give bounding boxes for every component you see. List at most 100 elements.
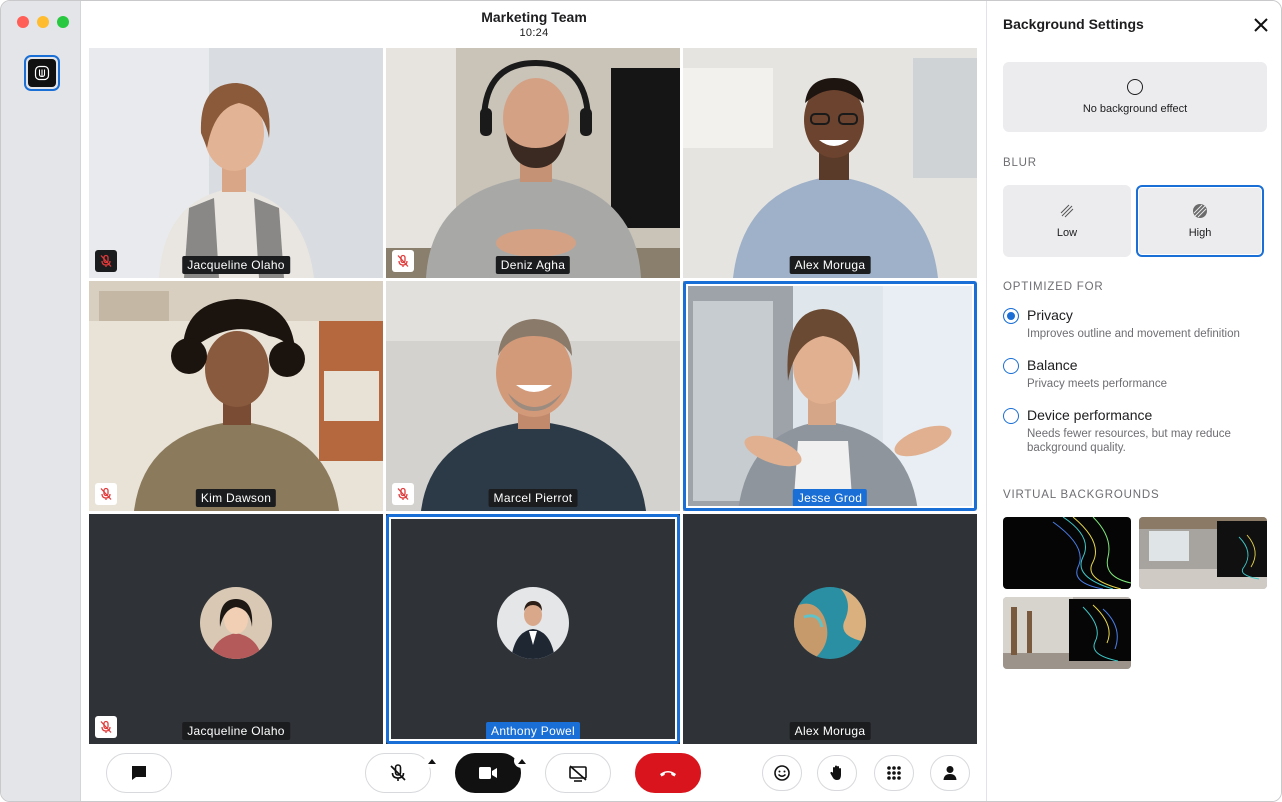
mic-off-icon: [390, 764, 406, 781]
mic-toggle-button[interactable]: [365, 753, 431, 793]
blur-low-option[interactable]: Low: [1003, 185, 1131, 257]
no-background-label: No background effect: [1082, 103, 1188, 115]
participant-name: Jacqueline Olaho: [182, 722, 290, 740]
participant-tile-active[interactable]: Jesse Grod: [683, 281, 977, 511]
muted-indicator: [392, 250, 414, 272]
chat-icon: [132, 766, 146, 780]
option-description: Privacy meets performance: [1027, 378, 1167, 390]
participant-tile[interactable]: Deniz Agha: [386, 48, 680, 278]
close-icon: [1254, 18, 1268, 32]
muted-indicator: [95, 483, 117, 505]
virtual-section-label: VIRTUAL BACKGROUNDS: [1003, 489, 1160, 501]
video-feed: [89, 281, 383, 511]
logo-icon: [34, 65, 50, 81]
hang-up-icon: [660, 771, 676, 777]
virtual-background-thumb[interactable]: [1139, 517, 1267, 589]
blur-high-label: High: [1188, 227, 1212, 239]
optimized-section-label: OPTIMIZED FOR: [1003, 281, 1104, 293]
radio-button[interactable]: [1003, 408, 1019, 424]
person-icon: [943, 766, 957, 780]
option-title: Balance: [1027, 357, 1078, 373]
video-feed: [683, 48, 977, 278]
no-background-option[interactable]: No background effect: [1003, 62, 1267, 132]
video-feed: [89, 48, 383, 278]
app-window: Marketing Team 10:24 Jacqueline Olaho De…: [0, 0, 1282, 802]
minimize-window-button[interactable]: [37, 16, 49, 28]
caret-up-icon: [428, 759, 436, 764]
end-call-button[interactable]: [635, 753, 701, 793]
virtual-background-thumb[interactable]: [1003, 517, 1131, 589]
participant-tile[interactable]: Marcel Pierrot: [386, 281, 680, 511]
participant-tile[interactable]: Alex Moruga: [683, 48, 977, 278]
mic-off-icon: [397, 487, 409, 500]
muted-indicator: [95, 716, 117, 738]
option-description: Improves outline and movement definition: [1027, 328, 1240, 340]
video-feed: [683, 281, 977, 511]
participant-tile-active[interactable]: Anthony Powel: [386, 514, 680, 744]
participant-name: Kim Dawson: [195, 489, 277, 507]
muted-indicator: [95, 250, 117, 272]
participant-tile[interactable]: Kim Dawson: [89, 281, 383, 511]
office-background-image: [1139, 517, 1267, 589]
video-feed: [386, 48, 680, 278]
avatar: [497, 587, 569, 659]
video-feed: [386, 281, 680, 511]
sidebar-rail: [1, 1, 81, 801]
apps-button[interactable]: [874, 755, 914, 791]
meeting-title: Marketing Team: [481, 9, 587, 25]
option-title: Privacy: [1027, 307, 1073, 323]
radio-button[interactable]: [1003, 358, 1019, 374]
participant-name: Alex Moruga: [789, 256, 871, 274]
screen-share-button[interactable]: [545, 753, 611, 793]
screen-share-off-icon: [569, 765, 587, 782]
virtual-background-thumb[interactable]: [1003, 597, 1131, 669]
mic-options-caret[interactable]: [424, 754, 440, 768]
participant-name: Alex Moruga: [789, 722, 871, 740]
blur-low-label: Low: [1056, 227, 1078, 239]
option-title: Device performance: [1027, 407, 1153, 423]
option-privacy[interactable]: Privacy Improves outline and movement de…: [1003, 307, 1273, 347]
mic-off-icon: [100, 487, 112, 500]
background-settings-panel: Background Settings No background effect…: [986, 1, 1281, 801]
participant-name: Marcel Pierrot: [488, 489, 578, 507]
muted-indicator: [392, 483, 414, 505]
participant-tile[interactable]: Alex Moruga: [683, 514, 977, 744]
blur-high-option[interactable]: High: [1136, 185, 1264, 257]
participant-name: Anthony Powel: [486, 722, 580, 740]
caret-up-icon: [518, 759, 526, 764]
no-effect-icon: [1127, 79, 1143, 95]
workspace-app-icon[interactable]: [24, 55, 60, 91]
participant-name: Jacqueline Olaho: [182, 256, 290, 274]
video-camera-icon: [479, 767, 497, 779]
participant-tile[interactable]: Jacqueline Olaho: [89, 514, 383, 744]
raise-hand-button[interactable]: [817, 755, 857, 791]
option-balance[interactable]: Balance Privacy meets performance: [1003, 357, 1273, 397]
avatar: [200, 587, 272, 659]
participant-name: Deniz Agha: [495, 256, 571, 274]
camera-toggle-button[interactable]: [455, 753, 521, 793]
participants-button[interactable]: [930, 755, 970, 791]
meeting-area: Marketing Team 10:24 Jacqueline Olaho De…: [82, 1, 986, 801]
blur-high-icon: [1193, 204, 1207, 218]
participant-grid: Jacqueline Olaho Deniz Agha Alex Moruga …: [89, 48, 978, 745]
participant-name: Jesse Grod: [792, 489, 868, 507]
chat-button[interactable]: [106, 753, 172, 793]
option-description: Needs fewer resources, but may reduce ba…: [1027, 428, 1231, 454]
avatar: [794, 587, 866, 659]
participant-tile[interactable]: Jacqueline Olaho: [89, 48, 383, 278]
radio-button[interactable]: [1003, 308, 1019, 324]
blur-section-label: BLUR: [1003, 157, 1037, 169]
call-toolbar: [82, 751, 986, 797]
reactions-button[interactable]: [762, 755, 802, 791]
option-device-performance[interactable]: Device performance Needs fewer resources…: [1003, 407, 1273, 461]
meeting-timer: 10:24: [519, 27, 549, 39]
panel-title: Background Settings: [1003, 16, 1144, 32]
close-panel-button[interactable]: [1251, 15, 1271, 35]
mic-off-icon: [100, 254, 112, 267]
close-window-button[interactable]: [17, 16, 29, 28]
camera-options-caret[interactable]: [514, 754, 530, 768]
mic-off-icon: [100, 720, 112, 733]
emoji-icon: [774, 765, 790, 781]
zoom-window-button[interactable]: [57, 16, 69, 28]
blur-low-icon: [1060, 204, 1074, 218]
